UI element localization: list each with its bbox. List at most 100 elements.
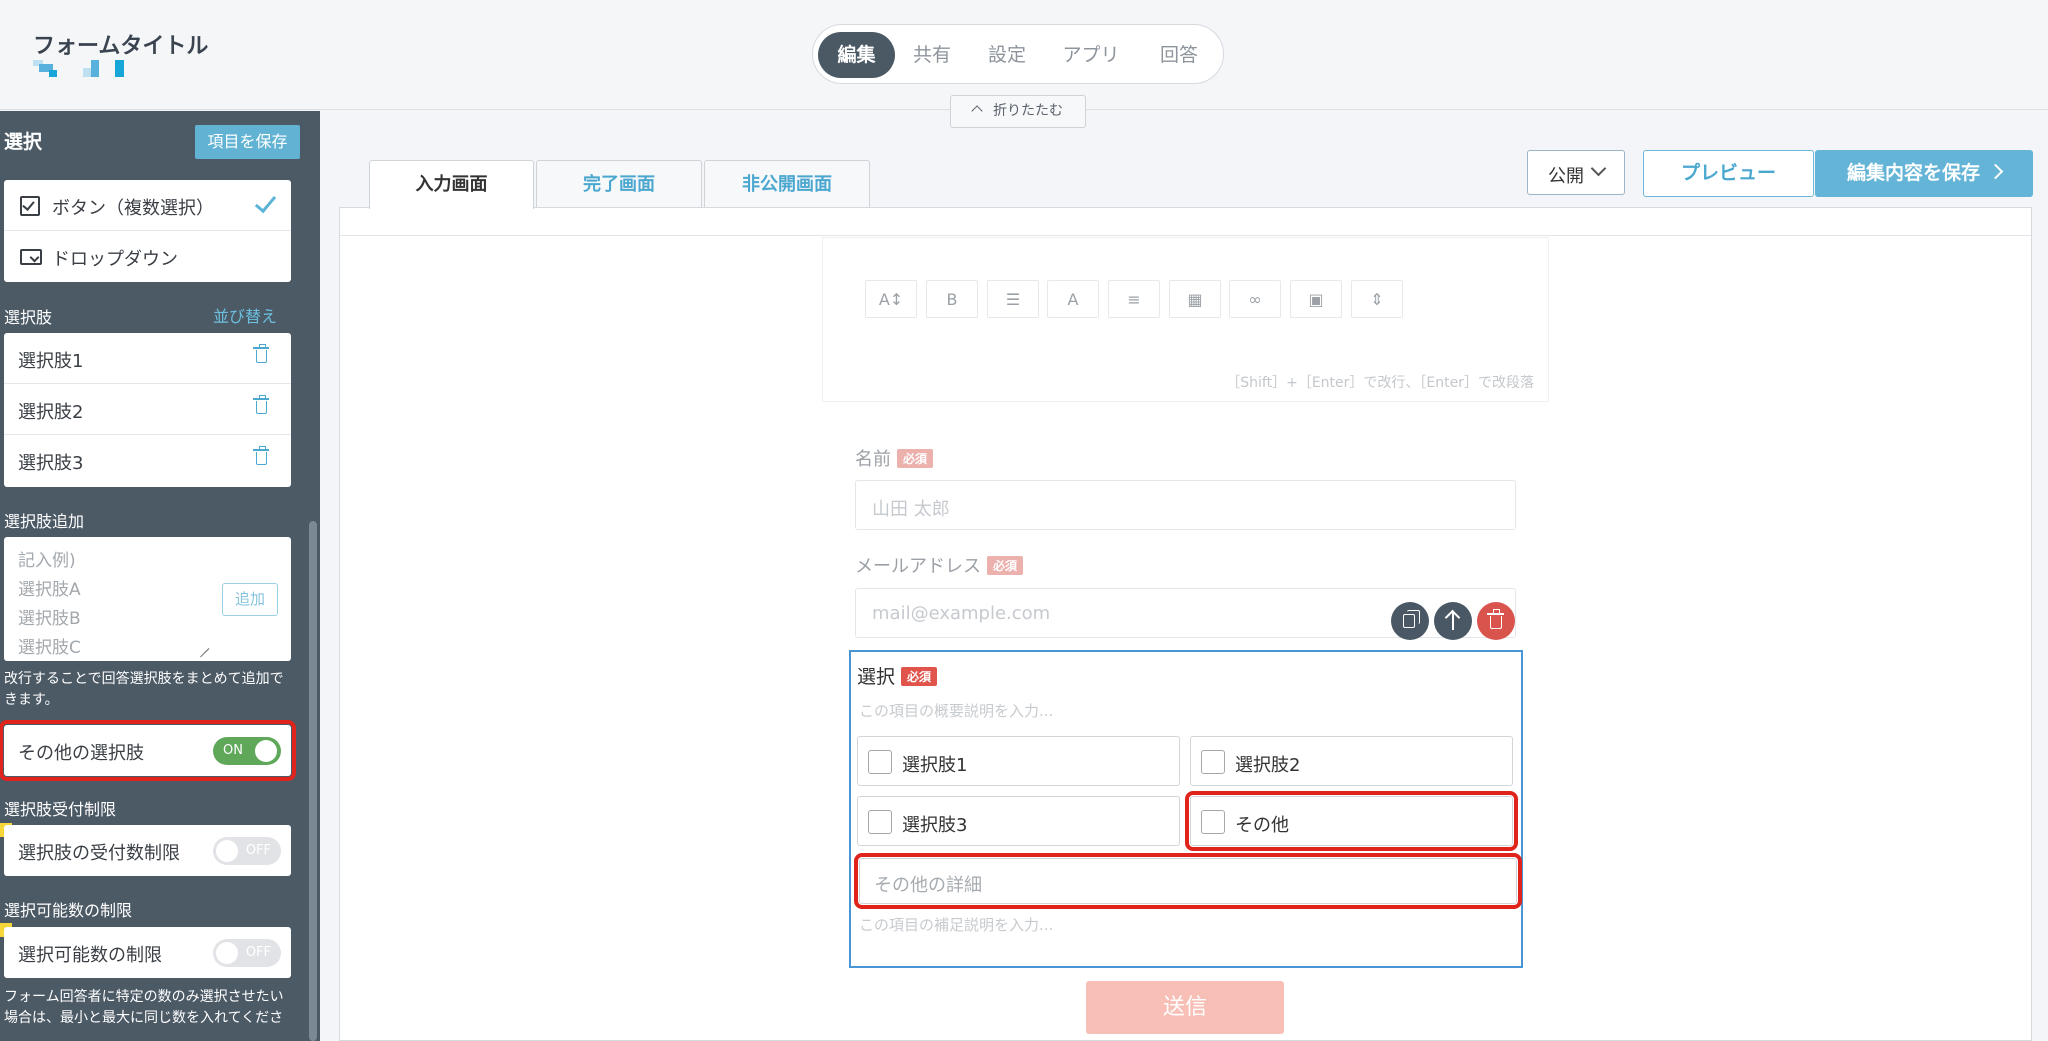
type-option-dropdown[interactable]: ドロップダウン [4,231,291,282]
list-icon[interactable]: ☰ [987,280,1039,318]
resize-handle-icon[interactable] [199,639,209,649]
submit-button[interactable]: 送信 [1086,981,1284,1034]
choice-label: 選択肢2 [18,402,84,423]
email-field-label: メールアドレス 必須 [855,552,1024,578]
save-item-button[interactable]: 項目を保存 [195,125,300,159]
text-color-icon[interactable]: A [1047,280,1099,318]
spacing-icon[interactable]: ⇕ [1351,280,1403,318]
email-label-text: メールアドレス [855,556,981,577]
option-choice-1[interactable]: 選択肢1 [857,736,1180,786]
other-detail-placeholder: その他の詳細 [874,875,982,896]
collapse-button[interactable]: 折りたたむ [950,95,1086,128]
toggle-state: ON [223,743,243,758]
checkbox-icon [20,196,40,216]
dropdown-icon [20,249,42,265]
trash-icon[interactable] [253,344,269,363]
tab-apps[interactable]: アプリ [1045,32,1137,78]
count-toggle[interactable]: OFF [213,939,281,967]
email-placeholder: mail@example.com [872,603,1051,624]
option-other[interactable]: その他 [1185,791,1518,851]
tab-share[interactable]: 共有 [895,32,969,78]
option-label: 選択肢2 [1235,755,1301,776]
add-choices-label: 選択肢追加 [4,512,85,531]
option-choice-3[interactable]: 選択肢3 [857,796,1180,846]
table-icon[interactable]: ▦ [1169,280,1221,318]
required-badge: 必須 [897,449,934,468]
duplicate-item-button[interactable] [1391,602,1429,640]
checkbox-icon[interactable] [1201,750,1225,774]
name-placeholder: 山田 太郎 [872,499,950,520]
other-choice-toggle[interactable]: ON [213,737,281,765]
count-note: フォーム回答者に特定の数のみ選択させたい場合は、最小と最大に同じ数を入れてくださ [4,989,284,1026]
tab-private-screen[interactable]: 非公開画面 [704,160,870,208]
choice-field-label: 選択 必須 [857,662,938,689]
name-label-text: 名前 [855,449,891,470]
choice-row[interactable]: 選択肢3 [4,435,291,486]
sidebar-scrollbar[interactable] [309,521,317,1041]
tab-complete-screen[interactable]: 完了画面 [536,160,702,208]
link-icon[interactable]: ∞ [1229,280,1281,318]
font-size-icon[interactable]: A↕ [865,280,917,318]
add-choices-note: 改行することで回答選択肢をまとめて追加できます。 [4,671,284,708]
option-choice-2[interactable]: 選択肢2 [1190,736,1513,786]
type-option-label: ドロップダウン [52,249,178,270]
tab-input-screen[interactable]: 入力画面 [369,160,534,209]
toggle-state: OFF [245,945,271,960]
trash-icon[interactable] [253,395,269,414]
other-choice-setting: その他の選択肢 ON [0,720,296,781]
preview-button[interactable]: プレビュー [1643,150,1814,197]
move-up-button[interactable] [1434,602,1472,640]
tab-responses[interactable]: 回答 [1137,32,1221,78]
image-icon[interactable]: ▣ [1290,280,1342,318]
arrow-up-icon [1452,612,1454,630]
top-header: フォームタイトル 編集 共有 設定 アプリ 回答 [0,0,2048,110]
form-title[interactable]: フォームタイトル [33,28,208,60]
collapse-label: 折りたたむ [993,103,1063,119]
name-input[interactable]: 山田 太郎 [855,480,1516,530]
required-badge: 必須 [987,556,1024,575]
choice-label-text: 選択 [857,666,896,688]
checkbox-icon[interactable] [868,750,892,774]
sidebar-heading: 選択 [4,131,43,153]
reorder-link[interactable]: 並び替え [213,303,277,327]
mode-tabs: 編集 共有 設定 アプリ 回答 [812,24,1224,84]
limit-toggle[interactable]: OFF [213,837,281,865]
publish-select[interactable]: 公開 [1527,150,1625,195]
trash-icon[interactable] [253,446,269,465]
field-type-list: ボタン（複数選択） ドロップダウン [4,180,291,282]
description-input[interactable]: この項目の概要説明を入力... [859,700,1053,721]
choice-label: 選択肢3 [18,453,84,474]
other-detail-input[interactable]: その他の詳細 [854,853,1522,909]
limit-label: 選択肢の受付数制限 [18,843,180,864]
required-badge: 必須 [901,667,938,686]
canvas-top-band [340,208,2031,236]
rich-text-editor[interactable]: A↕ B ☰ A ≡ ▦ ∞ ▣ ⇕ ［Shift］+［Enter］で改行、［E… [822,237,1549,402]
checkbox-icon[interactable] [1201,810,1225,834]
type-option-label: ボタン（複数選択） [52,198,214,219]
add-choices-placeholder: 記入例) 選択肢A 選択肢B 選択肢C [18,551,81,657]
tab-settings[interactable]: 設定 [969,32,1045,78]
choices-label: 選択肢 [4,308,53,327]
copy-icon [1403,610,1420,628]
supplement-input[interactable]: この項目の補足説明を入力... [859,914,1053,935]
toggle-state: OFF [245,843,271,858]
chevron-right-icon [1987,163,2004,180]
chevron-up-icon [971,105,983,117]
checkbox-icon[interactable] [868,810,892,834]
type-option-checkbox[interactable]: ボタン（複数選択） [4,180,291,231]
choice-label: 選択肢1 [18,351,84,372]
align-icon[interactable]: ≡ [1108,280,1160,318]
tab-edit[interactable]: 編集 [818,32,895,78]
bold-icon[interactable]: B [926,280,978,318]
choice-row[interactable]: 選択肢2 [4,384,291,435]
check-icon [254,190,277,214]
choice-row[interactable]: 選択肢1 [4,333,291,384]
delete-item-button[interactable] [1477,602,1515,640]
count-setting: 選択可能数の制限 OFF [4,927,291,978]
save-changes-button[interactable]: 編集内容を保存 [1815,150,2033,197]
add-choices-textarea[interactable]: 記入例) 選択肢A 選択肢B 選択肢C 追加 [4,537,291,661]
count-section-label: 選択可能数の制限 [4,901,133,920]
add-choice-button[interactable]: 追加 [222,583,278,616]
selected-choice-field[interactable]: 選択 必須 この項目の概要説明を入力... 選択肢1 選択肢2 選択肢3 その他 … [849,650,1523,968]
publish-label: 公開 [1548,166,1584,187]
